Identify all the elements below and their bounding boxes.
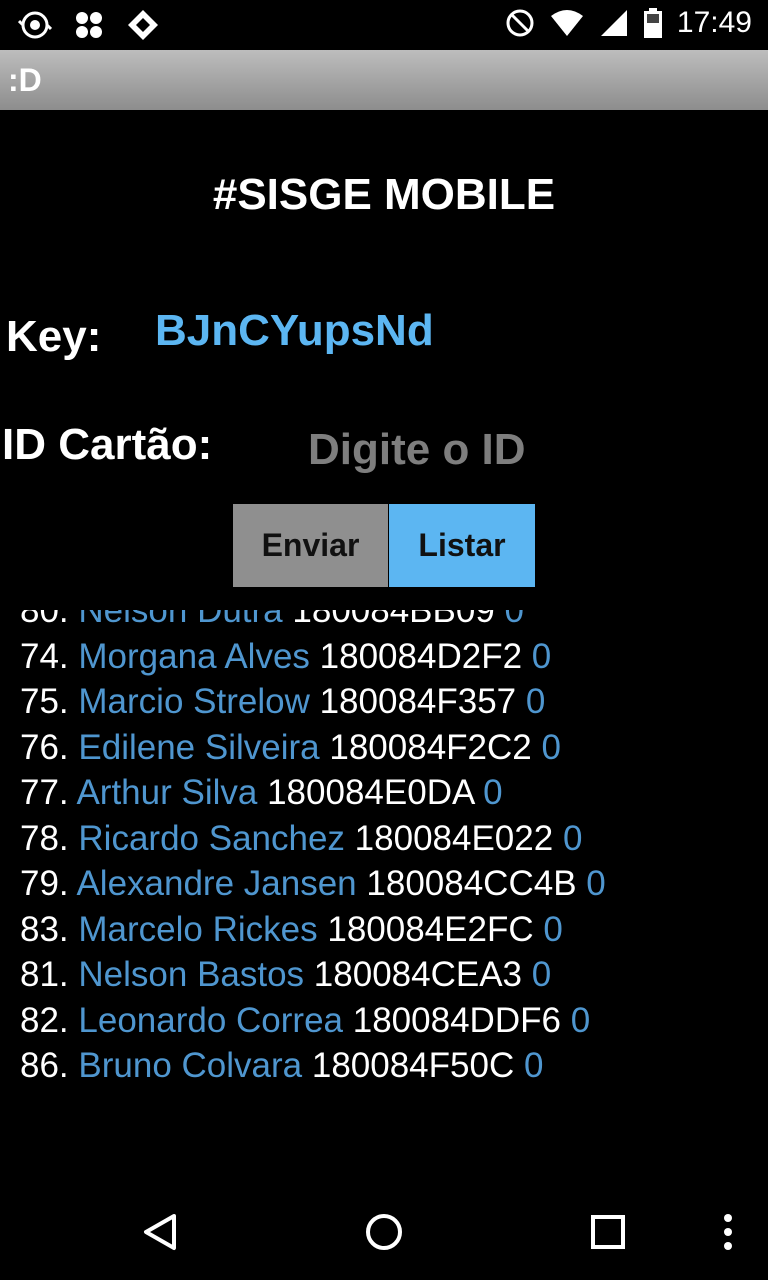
item-name[interactable]: Nelson Dutra <box>78 610 282 630</box>
wifi-icon <box>550 10 583 36</box>
list-item: 74. Morgana Alves 180084D2F2 0 <box>20 634 606 680</box>
list-button[interactable]: Listar <box>389 504 535 587</box>
key-label: Key: <box>6 312 102 361</box>
list-item: 76. Edilene Silveira 180084F2C2 0 <box>20 725 606 771</box>
item-name[interactable]: Ricardo Sanchez <box>78 819 345 858</box>
item-name[interactable]: Marcelo Rickes <box>78 910 317 949</box>
item-number: 75. <box>20 682 69 721</box>
item-count: 0 <box>570 1000 591 1040</box>
pinwheel-icon <box>76 12 102 38</box>
item-name[interactable]: Marcio Strelow <box>78 682 309 721</box>
item-number: 83. <box>20 909 69 949</box>
item-card-id: 180084CC4B <box>366 864 577 903</box>
item-number: 80. <box>20 610 69 630</box>
list-item: 83. Marcelo Rickes 180084E2FC 0 <box>20 907 606 953</box>
item-number: 81. <box>20 955 69 994</box>
item-count: 0 <box>525 682 546 721</box>
item-name[interactable]: Arthur Silva <box>76 773 257 812</box>
sync-icon <box>18 11 52 39</box>
list-item: 78. Ricardo Sanchez 180084E022 0 <box>20 816 606 862</box>
back-button[interactable] <box>130 1202 190 1262</box>
list-item: 77. Arthur Silva 180084E0DA 0 <box>20 770 606 816</box>
key-value: BJnCYupsNd <box>155 306 434 355</box>
item-count: 0 <box>562 818 583 858</box>
item-card-id: 180084E022 <box>354 818 554 858</box>
status-bar: 17:49 <box>0 0 768 50</box>
item-card-id: 180084D2F2 <box>319 636 523 676</box>
list-item: 81. Nelson Bastos 180084CEA3 0 <box>20 952 606 998</box>
list-item: 86. Bruno Colvara 180084F50C 0 <box>20 1043 606 1089</box>
item-number: 79. <box>20 864 69 903</box>
item-name[interactable]: Alexandre Jansen <box>76 864 356 903</box>
item-number: 76. <box>20 727 69 767</box>
item-number: 86. <box>20 1046 69 1085</box>
item-name[interactable]: Bruno Colvara <box>78 1046 302 1085</box>
item-card-id: 180084E0DA <box>267 773 474 812</box>
item-name[interactable]: Edilene Silveira <box>78 728 319 767</box>
item-count: 0 <box>531 955 552 994</box>
item-name[interactable]: Leonardo Correa <box>78 1001 343 1040</box>
do-not-disturb-icon <box>506 9 534 37</box>
item-card-id: 180084F50C <box>311 1046 515 1085</box>
item-card-id: 180084E2FC <box>327 909 534 949</box>
item-name[interactable]: Nelson Bastos <box>78 955 304 994</box>
item-count: 0 <box>586 864 606 903</box>
app-icon <box>128 10 158 40</box>
list-item: 79. Alexandre Jansen 180084CC4B 0 <box>20 861 606 907</box>
home-icon <box>366 1214 402 1250</box>
navigation-bar <box>0 1184 768 1280</box>
item-count: 0 <box>531 636 552 676</box>
recents-button[interactable] <box>578 1202 638 1262</box>
overflow-menu-icon <box>724 1214 732 1250</box>
page-title: #SISGE MOBILE <box>212 170 556 219</box>
item-count: 0 <box>504 610 525 630</box>
item-card-id: 180084CEA3 <box>313 955 523 994</box>
item-number: 82. <box>20 1000 69 1040</box>
item-card-id: 180084F357 <box>319 682 517 721</box>
item-number: 74. <box>20 636 69 676</box>
item-number: 78. <box>20 818 69 858</box>
overflow-menu-button[interactable] <box>698 1202 758 1262</box>
id-card-label: ID Cartão: <box>2 420 213 469</box>
list-item: 82. Leonardo Correa 180084DDF6 0 <box>20 998 606 1044</box>
list-item: 80. Nelson Dutra 180084BB09 0 <box>20 610 606 634</box>
clock: 17:49 <box>676 6 752 39</box>
signal-icon <box>600 10 627 36</box>
recents-icon <box>591 1215 625 1249</box>
item-number: 77. <box>20 773 69 812</box>
item-name[interactable]: Morgana Alves <box>78 637 310 676</box>
item-count: 0 <box>523 1046 544 1085</box>
back-icon <box>144 1214 176 1250</box>
list-item: 75. Marcio Strelow 180084F357 0 <box>20 679 606 725</box>
battery-icon <box>643 8 662 38</box>
item-count: 0 <box>541 727 561 767</box>
item-card-id: 180084BB09 <box>292 610 495 630</box>
item-count: 0 <box>483 773 503 812</box>
card-list[interactable]: 80. Nelson Dutra 180084BB09 0 74. Morgan… <box>0 610 768 1130</box>
item-card-id: 180084F2C2 <box>329 727 532 767</box>
send-button[interactable]: Enviar <box>233 504 388 587</box>
item-card-id: 180084DDF6 <box>352 1000 561 1040</box>
app-bar: :D <box>0 50 768 110</box>
id-card-input[interactable] <box>308 420 568 480</box>
item-count: 0 <box>543 909 563 949</box>
app-title: :D <box>8 62 42 98</box>
home-button[interactable] <box>354 1202 414 1262</box>
